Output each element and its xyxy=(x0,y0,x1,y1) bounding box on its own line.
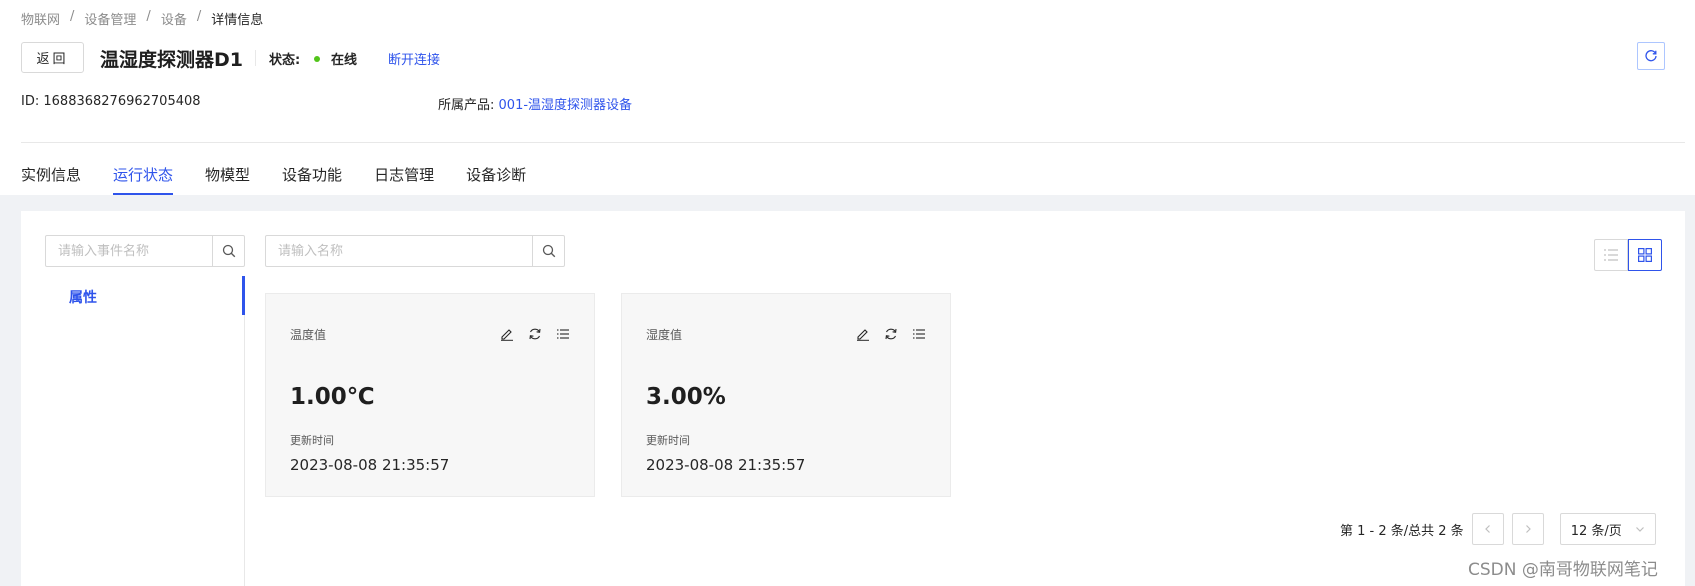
property-card: 湿度值 3.00% 更新时间 2023-08-08 21:35:57 xyxy=(621,293,951,497)
tab-thing-model[interactable]: 物模型 xyxy=(205,164,250,195)
disconnect-link[interactable]: 断开连接 xyxy=(388,49,440,68)
product-label: 所属产品: xyxy=(438,98,495,113)
sidebar-active-indicator xyxy=(242,276,245,315)
pagination: 第 1 - 2 条/总共 2 条 12 条/页 xyxy=(1340,513,1656,545)
property-value: 3.00% xyxy=(646,384,726,410)
tab-log-management[interactable]: 日志管理 xyxy=(374,164,434,195)
breadcrumb-item-device[interactable]: 设备 xyxy=(161,9,187,28)
device-id-value: 1688368276962705408 xyxy=(43,94,201,109)
update-time-label: 更新时间 xyxy=(646,434,690,447)
breadcrumb: 物联网 / 设备管理 / 设备 / 详情信息 xyxy=(21,9,263,28)
property-name: 湿度值 xyxy=(646,328,683,342)
event-search-button[interactable] xyxy=(212,236,244,266)
edit-icon[interactable] xyxy=(500,327,514,341)
breadcrumb-item-detail: 详情信息 xyxy=(211,13,264,28)
chevron-left-icon xyxy=(1484,525,1490,533)
refresh-icon[interactable] xyxy=(528,327,542,341)
breadcrumb-separator: / xyxy=(70,9,75,24)
breadcrumb-item-device-management[interactable]: 设备管理 xyxy=(84,9,136,28)
event-search-input[interactable] xyxy=(46,236,212,266)
status-value: 在线 xyxy=(331,53,358,68)
prev-page-button[interactable] xyxy=(1471,513,1504,545)
page-size-select[interactable]: 12 条/页 xyxy=(1559,513,1656,545)
title-divider xyxy=(255,50,256,66)
update-time-value: 2023-08-08 21:35:57 xyxy=(290,456,450,474)
device-title: 温湿度探测器D1 xyxy=(100,49,243,71)
search-icon xyxy=(542,244,555,258)
view-toggle xyxy=(1594,239,1662,271)
watermark: CSDN @南哥物联网笔记 xyxy=(1468,560,1658,580)
edit-icon[interactable] xyxy=(856,327,870,341)
property-card: 温度值 1.00℃ 更新时间 2023-08-08 21:35:57 xyxy=(265,293,595,497)
refresh-icon[interactable] xyxy=(884,327,898,341)
property-name: 温度值 xyxy=(290,328,327,342)
refresh-icon xyxy=(1645,50,1657,62)
list-view-button[interactable] xyxy=(1594,239,1628,271)
name-search-button[interactable] xyxy=(532,236,564,266)
device-id-row: ID: 1688368276962705408 xyxy=(21,94,201,109)
tab-device-diagnosis[interactable]: 设备诊断 xyxy=(466,164,526,195)
header-divider xyxy=(21,142,1685,143)
update-time-label: 更新时间 xyxy=(290,434,334,447)
sidebar-divider xyxy=(244,276,245,586)
name-search-box xyxy=(265,235,565,267)
property-actions xyxy=(856,327,926,341)
status-label: 状态: xyxy=(269,53,301,68)
name-search-input[interactable] xyxy=(266,236,532,266)
chevron-right-icon xyxy=(1525,525,1531,533)
header-area: 物联网 / 设备管理 / 设备 / 详情信息 返回 温湿度探测器D1 状态: 在… xyxy=(0,0,1695,195)
pagination-total: 第 1 - 2 条/总共 2 条 xyxy=(1340,523,1464,539)
status-dot xyxy=(314,56,320,62)
property-value: 1.00℃ xyxy=(290,384,375,410)
search-icon xyxy=(222,244,235,258)
event-search-box xyxy=(45,235,245,267)
chevron-down-icon xyxy=(1635,527,1644,532)
property-actions xyxy=(500,327,570,341)
list-icon[interactable] xyxy=(912,327,926,341)
card-view-button[interactable] xyxy=(1628,239,1662,271)
tab-running-status[interactable]: 运行状态 xyxy=(113,164,174,195)
breadcrumb-separator: / xyxy=(196,9,202,24)
device-id-label: ID: xyxy=(21,94,40,109)
next-page-button[interactable] xyxy=(1511,513,1544,545)
content-panel: 属性 xyxy=(21,211,1685,586)
card-view-icon xyxy=(1638,248,1652,262)
breadcrumb-item-iot[interactable]: 物联网 xyxy=(21,9,60,28)
sidebar-item-attributes[interactable]: 属性 xyxy=(69,287,97,307)
tab-bar: 实例信息 运行状态 物模型 设备功能 日志管理 设备诊断 xyxy=(21,164,558,195)
update-time-value: 2023-08-08 21:35:57 xyxy=(646,456,806,474)
list-icon[interactable] xyxy=(556,327,570,341)
product-link[interactable]: 001-温湿度探测器设备 xyxy=(499,98,633,113)
tab-instance-info[interactable]: 实例信息 xyxy=(21,164,81,195)
back-button[interactable]: 返回 xyxy=(21,42,84,73)
list-view-icon xyxy=(1604,249,1618,261)
breadcrumb-separator: / xyxy=(146,9,151,24)
page-size-value: 12 条/页 xyxy=(1570,523,1622,539)
product-row: 所属产品: 001-温湿度探测器设备 xyxy=(438,94,632,113)
tab-device-function[interactable]: 设备功能 xyxy=(282,164,342,195)
refresh-button[interactable] xyxy=(1637,42,1665,70)
